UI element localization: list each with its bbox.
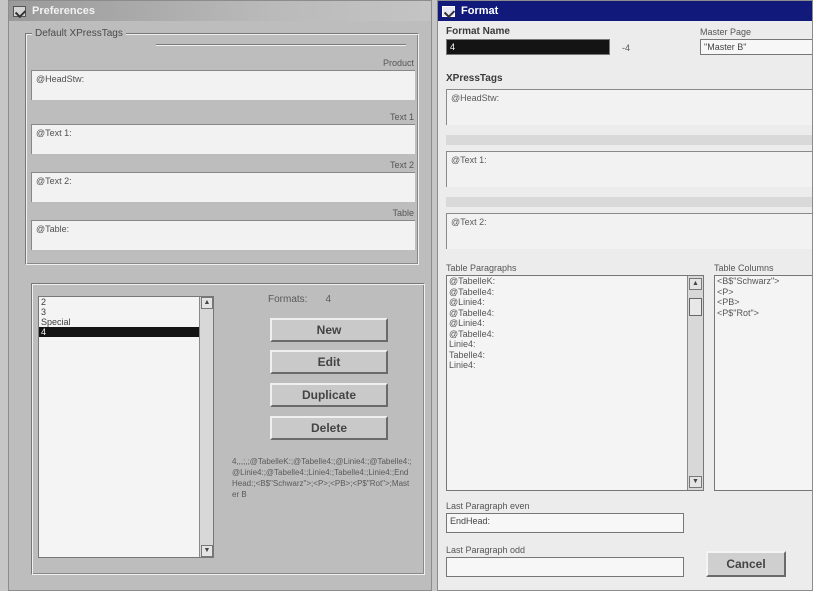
- xpresstags-label: XPressTags: [446, 73, 503, 84]
- table-columns-list[interactable]: <B$"Schwarz"> <P> <PB> <P$"Rot">: [714, 275, 812, 491]
- text-2-tag-field[interactable]: @Text 2:: [446, 213, 812, 249]
- product-tag-field[interactable]: @HeadStw:: [31, 70, 415, 100]
- list-item[interactable]: <P>: [715, 287, 812, 298]
- delete-button[interactable]: Delete: [270, 416, 388, 440]
- scroll-thumb[interactable]: [689, 298, 702, 316]
- scroll-up-icon[interactable]: ▲: [201, 297, 213, 309]
- formats-count: 4: [325, 294, 332, 305]
- tag-label-text-1: Text 1: [389, 112, 414, 122]
- list-item[interactable]: @TabelleK:: [447, 276, 703, 287]
- scroll-down-icon[interactable]: ▼: [689, 476, 702, 488]
- tag-label-text-2: Text 2: [389, 160, 414, 170]
- window-check-icon: [13, 5, 26, 17]
- master-page-label: Master Page: [700, 27, 752, 37]
- list-item[interactable]: Linie4:: [447, 360, 703, 371]
- format-summary: 4,,,;,;@TabelleK:;@Tabelle4:;@Linie4:;@T…: [232, 457, 412, 499]
- list-item[interactable]: <B$"Schwarz">: [715, 276, 812, 287]
- duplicate-button[interactable]: Duplicate: [270, 383, 388, 407]
- table-columns-label: Table Columns: [714, 263, 774, 273]
- preferences-titlebar[interactable]: Preferences: [9, 1, 431, 21]
- format-name-input[interactable]: 4: [446, 39, 610, 55]
- table-paragraphs-list[interactable]: @TabelleK: @Tabelle4: @Linie4: @Tabelle4…: [446, 275, 704, 491]
- list-item[interactable]: <P$"Rot">: [715, 308, 812, 319]
- list-item[interactable]: @Linie4:: [447, 318, 703, 329]
- list-item[interactable]: @Tabelle4:: [447, 287, 703, 298]
- format-titlebar[interactable]: Format: [438, 1, 812, 21]
- text-1-tag-field[interactable]: @Text 1:: [31, 124, 415, 154]
- format-title: Format: [461, 5, 499, 17]
- preferences-title: Preferences: [32, 5, 95, 17]
- list-item[interactable]: Tabelle4:: [447, 350, 703, 361]
- section-divider: [446, 197, 812, 207]
- group-divider: [156, 44, 406, 46]
- last-paragraph-even-label: Last Paragraph even: [446, 501, 530, 511]
- formats-list[interactable]: 2 3 Special 4 ▲ ▼: [38, 296, 214, 558]
- table-paragraphs-label: Table Paragraphs: [446, 263, 517, 273]
- tag-label-product: Product: [382, 58, 414, 68]
- preferences-window: Preferences Default XPressTags Product @…: [8, 0, 432, 591]
- list-item[interactable]: Special: [39, 317, 213, 327]
- formats-group: 2 3 Special 4 ▲ ▼ Formats: 4 New Edit Dup…: [31, 283, 425, 575]
- last-paragraph-odd-field[interactable]: [446, 557, 684, 577]
- list-item[interactable]: @Tabelle4:: [447, 308, 703, 319]
- last-paragraph-odd-label: Last Paragraph odd: [446, 545, 526, 555]
- master-page-field[interactable]: "Master B": [700, 39, 812, 55]
- scroll-down-icon[interactable]: ▼: [201, 545, 213, 557]
- list-item[interactable]: 3: [39, 307, 213, 317]
- headstw-tag-field[interactable]: @HeadStw:: [446, 89, 812, 125]
- format-window: Format Format Name 4 -4 Master Page "Mas…: [437, 0, 813, 591]
- window-check-icon: [442, 5, 455, 17]
- tag-label-table: Table: [392, 208, 414, 218]
- formats-label: Formats:: [268, 294, 308, 305]
- list-item[interactable]: 2: [39, 297, 213, 307]
- list-item-selected[interactable]: 4: [39, 327, 213, 337]
- text-1-tag-field[interactable]: @Text 1:: [446, 151, 812, 187]
- format-name-label: Format Name: [446, 26, 510, 37]
- text-2-tag-field[interactable]: @Text 2:: [31, 172, 415, 202]
- list-item[interactable]: @Tabelle4:: [447, 329, 703, 340]
- list-item[interactable]: Linie4:: [447, 339, 703, 350]
- table-paragraphs-scrollbar[interactable]: ▲ ▼: [687, 276, 703, 490]
- edit-button[interactable]: Edit: [270, 350, 388, 374]
- cancel-button[interactable]: Cancel: [706, 551, 786, 577]
- last-paragraph-even-field[interactable]: EndHead:: [446, 513, 684, 533]
- table-tag-field[interactable]: @Table:: [31, 220, 415, 250]
- formats-scrollbar[interactable]: ▲ ▼: [199, 297, 213, 557]
- scroll-up-icon[interactable]: ▲: [689, 278, 702, 290]
- default-xpresstags-label: Default XPressTags: [32, 28, 126, 39]
- format-name-suffix: -4: [622, 43, 631, 53]
- section-divider: [446, 135, 812, 145]
- default-xpresstags-group: Default XPressTags Product @HeadStw: Tex…: [25, 28, 419, 265]
- list-item[interactable]: @Linie4:: [447, 297, 703, 308]
- formats-count-label: Formats: 4: [268, 294, 331, 305]
- new-button[interactable]: New: [270, 318, 388, 342]
- list-item[interactable]: <PB>: [715, 297, 812, 308]
